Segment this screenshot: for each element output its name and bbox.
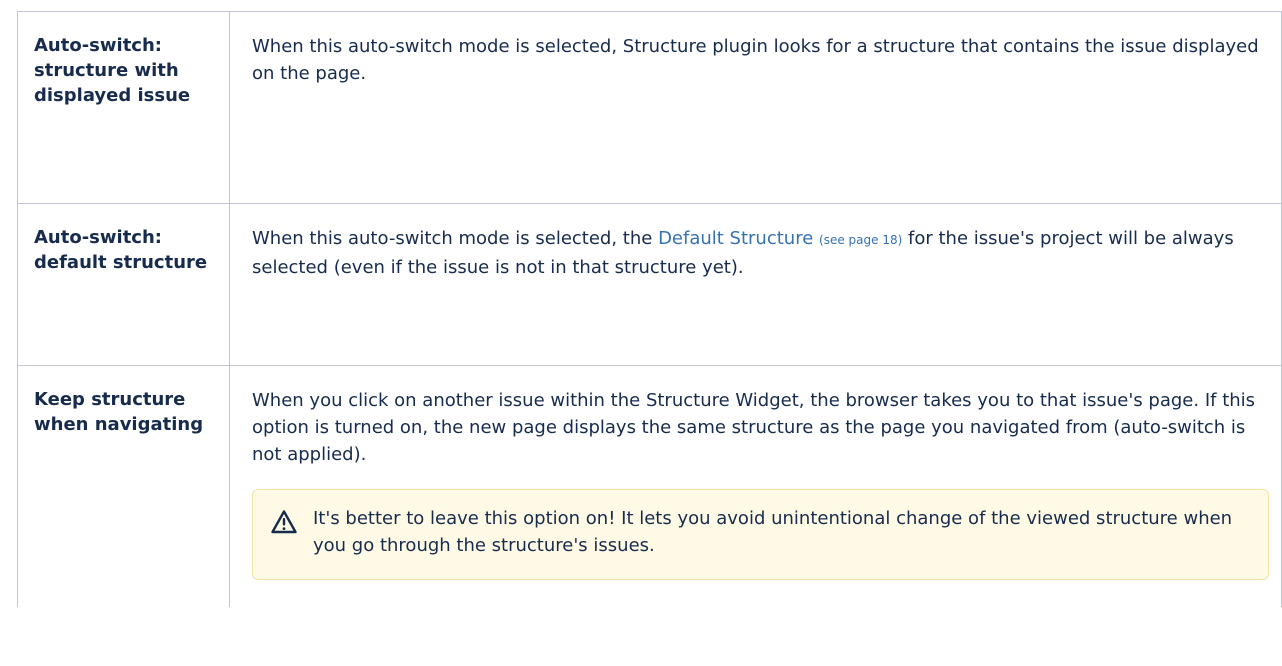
table-row: Auto-switch: structure with displayed is… bbox=[17, 11, 1282, 204]
table-row: Auto-switch: default structure When this… bbox=[17, 203, 1282, 366]
description-text: When you click on another issue within t… bbox=[252, 390, 1256, 465]
table-row: Keep structure when navigating When you … bbox=[17, 365, 1282, 607]
warning-triangle-icon bbox=[271, 510, 297, 534]
option-name: Auto-switch: structure with displayed is… bbox=[17, 11, 230, 204]
option-description: When this auto-switch mode is selected, … bbox=[229, 203, 1282, 366]
page-reference[interactable]: (see page 18) bbox=[819, 233, 902, 247]
warning-text: It's better to leave this option on! It … bbox=[313, 508, 1233, 556]
option-name: Keep structure when navigating bbox=[17, 365, 230, 607]
warning-panel: It's better to leave this option on! It … bbox=[252, 489, 1269, 580]
option-description: When this auto-switch mode is selected, … bbox=[229, 11, 1282, 204]
option-description: When you click on another issue within t… bbox=[229, 365, 1282, 607]
description-text: When this auto-switch mode is selected, … bbox=[252, 36, 1259, 84]
options-table: Auto-switch: structure with displayed is… bbox=[17, 11, 1282, 607]
default-structure-link[interactable]: Default Structure bbox=[658, 228, 813, 249]
description-text: When this auto-switch mode is selected, … bbox=[252, 225, 1265, 281]
option-name: Auto-switch: default structure bbox=[17, 203, 230, 366]
description-text-start: When this auto-switch mode is selected, … bbox=[252, 228, 659, 249]
